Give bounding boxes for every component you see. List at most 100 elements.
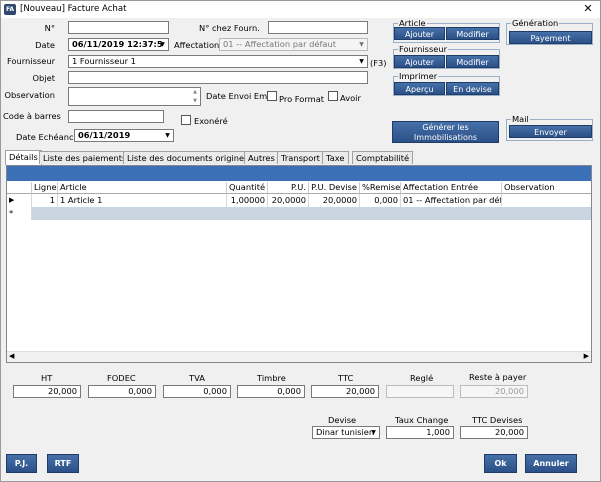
app-icon: FA	[4, 4, 16, 15]
fournisseur-modifier-button[interactable]: Modifier	[446, 55, 499, 68]
fournisseur-value: 1 Fournisseur 1	[72, 56, 136, 66]
fournisseur-ajouter-button[interactable]: Ajouter	[394, 55, 445, 68]
scroll-up-icon[interactable]: ▲	[191, 89, 199, 95]
devise-label: Devise	[328, 415, 357, 425]
chevron-down-icon[interactable]: ▼	[356, 56, 367, 67]
affectation-select: 01 -- Affectation par défaut ▼	[219, 38, 368, 51]
date-picker[interactable]: 06/11/2019 12:37:5 ▼	[68, 38, 169, 51]
scroll-right-icon[interactable]: ▶	[584, 352, 589, 360]
no-field[interactable]	[68, 21, 169, 34]
cell-pu: 20,0000	[268, 194, 309, 207]
tab-transport[interactable]: Transport	[277, 151, 324, 164]
affectation-label: Affectation	[174, 40, 220, 50]
cell-ligne: 1	[32, 194, 58, 207]
ttc-devises-label: TTC Devises	[472, 415, 523, 425]
observation-field[interactable]: ▲ ▼	[68, 87, 201, 106]
tab-details[interactable]: Détails	[5, 150, 42, 165]
col-ligne[interactable]: Ligne	[32, 182, 58, 194]
scroll-left-icon[interactable]: ◀	[9, 352, 14, 360]
col-pu[interactable]: P.U.	[268, 182, 309, 194]
new-row-fill	[32, 207, 591, 220]
chevron-down-icon[interactable]: ▼	[157, 39, 168, 50]
regle-field	[386, 385, 454, 398]
rtf-button[interactable]: RTF	[47, 454, 79, 473]
window-title: [Nouveau] Facture Achat	[20, 4, 127, 14]
new-row[interactable]: *	[7, 207, 591, 220]
no-label: N°	[44, 23, 55, 33]
chevron-down-icon[interactable]: ▼	[368, 427, 379, 438]
fodec-field: 0,000	[88, 385, 156, 398]
row-header-corner	[7, 182, 32, 194]
avoir-checkbox[interactable]	[328, 91, 338, 101]
article-modifier-button[interactable]: Modifier	[446, 27, 499, 40]
devise-value: Dinar tunisien	[316, 427, 375, 437]
ttc-devises-field: 20,000	[460, 426, 528, 439]
date-echeance-value: 06/11/2019	[78, 130, 131, 140]
col-pu-devise[interactable]: P.U. Devise	[309, 182, 360, 194]
code-barres-label: Code à barres	[3, 111, 61, 121]
cell-observation	[502, 194, 591, 207]
f3-shortcut-label: (F3)	[370, 58, 387, 68]
tab-taxe[interactable]: Taxe	[322, 151, 349, 164]
en-devise-button[interactable]: En devise	[446, 82, 499, 95]
tab-autres[interactable]: Autres	[244, 151, 279, 164]
no-fourn-field[interactable]	[268, 21, 368, 34]
table-row[interactable]: ▶ 1 1 Article 1 1,00000 20,0000 20,0000 …	[7, 194, 591, 207]
chevron-down-icon: ▼	[359, 41, 364, 48]
horizontal-scrollbar[interactable]: ◀ ▶	[7, 351, 591, 362]
annuler-button[interactable]: Annuler	[525, 454, 577, 473]
cell-quantite: 1,00000	[227, 194, 268, 207]
title-bar: FA [Nouveau] Facture Achat ✕	[1, 1, 600, 18]
objet-field[interactable]	[68, 71, 368, 84]
fournisseur-label: Fournisseur	[6, 56, 55, 66]
mail-group-title: Mail	[512, 114, 529, 124]
date-envoi-checkbox[interactable]	[267, 91, 277, 101]
ttc-field: 20,000	[311, 385, 379, 398]
reste-label: Reste à payer	[469, 372, 527, 382]
col-remise[interactable]: %Remise	[360, 182, 401, 194]
tab-comptabilite[interactable]: Comptabilité	[352, 151, 414, 164]
generer-immobilisations-button[interactable]: Générer les Immobilisations	[392, 121, 499, 143]
lines-grid: Ligne Article Quantité P.U. P.U. Devise …	[6, 165, 592, 363]
fournisseur-group-title: Fournisseur	[399, 44, 448, 54]
reste-field: 20,000	[460, 385, 528, 398]
exonere-label: Exonéré	[194, 116, 228, 126]
ht-label: HT	[41, 373, 53, 383]
envoyer-button[interactable]: Envoyer	[509, 125, 592, 138]
date-value: 06/11/2019 12:37:5	[72, 39, 163, 49]
tab-liste-paiements[interactable]: Liste des paiements	[39, 151, 131, 164]
close-icon[interactable]: ✕	[581, 2, 595, 15]
generer-line1: Générer les	[422, 123, 469, 132]
chevron-down-icon[interactable]: ▼	[162, 130, 173, 141]
taux-change-field[interactable]: 1,000	[386, 426, 454, 439]
fodec-label: FODEC	[107, 373, 136, 383]
no-fourn-label: N° chez Fourn.	[199, 23, 260, 33]
ht-field: 20,000	[13, 385, 81, 398]
scroll-down-icon[interactable]: ▼	[191, 98, 199, 104]
date-echeance-picker[interactable]: 06/11/2019 ▼	[74, 129, 174, 142]
devise-select[interactable]: Dinar tunisien ▼	[312, 426, 380, 439]
exonere-checkbox[interactable]	[181, 115, 191, 125]
tva-label: TVA	[189, 373, 205, 383]
affectation-value: 01 -- Affectation par défaut	[223, 39, 337, 49]
row-selector-icon: ▶	[7, 194, 32, 207]
cell-pu-devise: 20,0000	[309, 194, 360, 207]
avoir-label: Avoir	[340, 93, 361, 103]
col-affectation[interactable]: Affectation Entrée	[401, 182, 502, 194]
objet-label: Objet	[32, 73, 55, 83]
col-article[interactable]: Article	[58, 182, 227, 194]
facture-achat-window: FA [Nouveau] Facture Achat ✕ N° N° chez …	[0, 0, 601, 482]
regle-label: Reglé	[410, 373, 434, 383]
fournisseur-select[interactable]: 1 Fournisseur 1 ▼	[68, 55, 368, 68]
tab-documents-origines[interactable]: Liste des documents origines	[123, 151, 253, 164]
ok-button[interactable]: Ok	[484, 454, 517, 473]
tva-field: 0,000	[163, 385, 231, 398]
timbre-field: 0,000	[237, 385, 305, 398]
col-quantite[interactable]: Quantité	[227, 182, 268, 194]
col-observation[interactable]: Observation	[502, 182, 591, 194]
payement-button[interactable]: Payement	[509, 31, 592, 44]
article-ajouter-button[interactable]: Ajouter	[394, 27, 445, 40]
code-barres-field[interactable]	[68, 110, 164, 123]
apercu-button[interactable]: Aperçu	[394, 82, 445, 95]
pj-button[interactable]: P.J.	[6, 454, 37, 473]
